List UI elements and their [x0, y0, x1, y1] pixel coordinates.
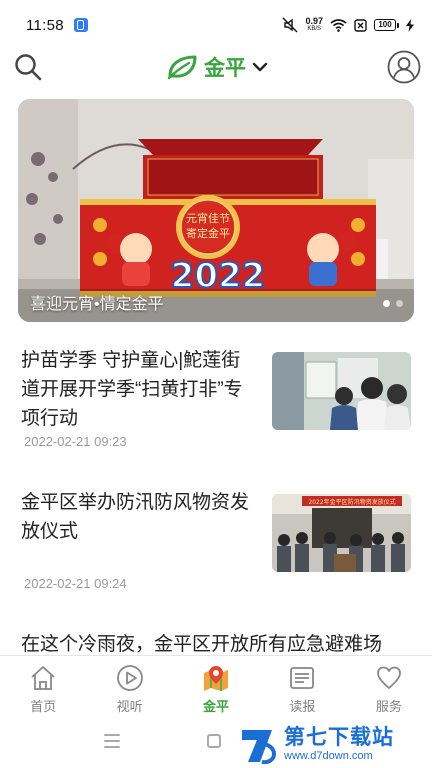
news-thumbnail-banner-text: 2022年金平区防汛物资发放仪式	[308, 498, 395, 506]
leaf-logo-icon	[167, 55, 197, 80]
news-title: 在这个冷雨夜，金平区开放所有应急避难场	[21, 634, 383, 655]
map-pin-icon	[204, 666, 229, 691]
app-header: 金平	[0, 50, 432, 92]
network-speed-unit: KB/S	[307, 26, 322, 32]
chevron-down-icon	[252, 62, 268, 72]
user-avatar-icon[interactable]	[387, 50, 421, 84]
news-item[interactable]: 护苗学季 守护童心|鮀莲街道开展开学季“扫黄打非”专项行动 2022-02-21…	[0, 346, 432, 456]
home-icon	[31, 666, 55, 690]
nav-item-service[interactable]: 服务	[346, 656, 432, 717]
status-bar: 11:58 0.97 KB/S 100	[0, 0, 432, 50]
news-date: 2022-02-21 09:23	[24, 434, 127, 449]
news-title: 护苗学季 守护童心|鮀莲街道开展开学季“扫黄打非”专项行动	[21, 350, 243, 429]
status-time: 11:58	[26, 16, 64, 34]
nav-label: 视听	[116, 699, 143, 714]
wifi-icon	[330, 19, 347, 32]
battery-icon: 100	[374, 19, 399, 31]
network-speed: 0.97 KB/S	[305, 17, 323, 33]
nav-label: 服务	[375, 699, 402, 714]
nav-label: 读报	[289, 699, 316, 714]
search-icon[interactable]	[13, 52, 43, 82]
nav-item-jinping[interactable]: 金平	[173, 656, 259, 717]
heart-icon	[376, 666, 401, 689]
charging-icon	[406, 18, 414, 32]
recent-apps-button[interactable]	[104, 734, 120, 748]
banner-dot[interactable]	[383, 300, 390, 307]
banner-carousel[interactable]: 元宵佳节 寄定金平 2022 喜迎元宵•情定金平	[18, 99, 414, 322]
banner-sign-line1: 元宵佳节	[186, 211, 230, 225]
news-thumbnail	[272, 352, 411, 430]
watermark: 第七下载站 www.d7down.com	[238, 722, 430, 766]
newspaper-icon	[290, 667, 315, 689]
network-speed-value: 0.97	[305, 16, 323, 26]
notification-app-icon	[73, 18, 88, 32]
region-title: 金平	[204, 57, 246, 80]
news-date: 2022-02-21 09:24	[24, 576, 127, 591]
news-title: 金平区举办防汛防风物资发放仪式	[21, 492, 250, 542]
watermark-url: www.d7down.com	[284, 749, 373, 762]
status-icons: 0.97 KB/S 100	[282, 17, 414, 33]
news-item[interactable]: 金平区举办防汛防风物资发放仪式 2022-02-21 09:24 2022年金平…	[0, 488, 432, 598]
bottom-navigation: 首页 视听 金平 读报 服务	[0, 655, 432, 717]
banner-pagination	[383, 300, 403, 307]
sim-card-icon	[354, 18, 367, 32]
nav-item-home[interactable]: 首页	[0, 656, 86, 717]
watermark-logo-icon	[242, 730, 277, 764]
battery-level: 100	[374, 19, 396, 31]
banner-image: 元宵佳节 寄定金平 2022	[18, 99, 414, 322]
home-button[interactable]	[207, 734, 221, 748]
play-icon	[116, 665, 143, 691]
region-selector[interactable]: 金平	[166, 52, 268, 82]
news-thumbnail: 2022年金平区防汛物资发放仪式	[272, 494, 411, 572]
nav-item-newspaper[interactable]: 读报	[259, 656, 345, 717]
nav-item-media[interactable]: 视听	[86, 656, 172, 717]
mute-icon	[282, 17, 298, 33]
news-item[interactable]: 在这个冷雨夜，金平区开放所有应急避难场	[0, 630, 432, 655]
banner-caption: 喜迎元宵•情定金平	[30, 296, 164, 313]
banner-sign-line2: 寄定金平	[186, 226, 230, 240]
banner-dot[interactable]	[396, 300, 403, 307]
nav-label: 首页	[30, 699, 57, 714]
watermark-title: 第七下载站	[284, 725, 394, 749]
nav-label: 金平	[203, 699, 230, 714]
